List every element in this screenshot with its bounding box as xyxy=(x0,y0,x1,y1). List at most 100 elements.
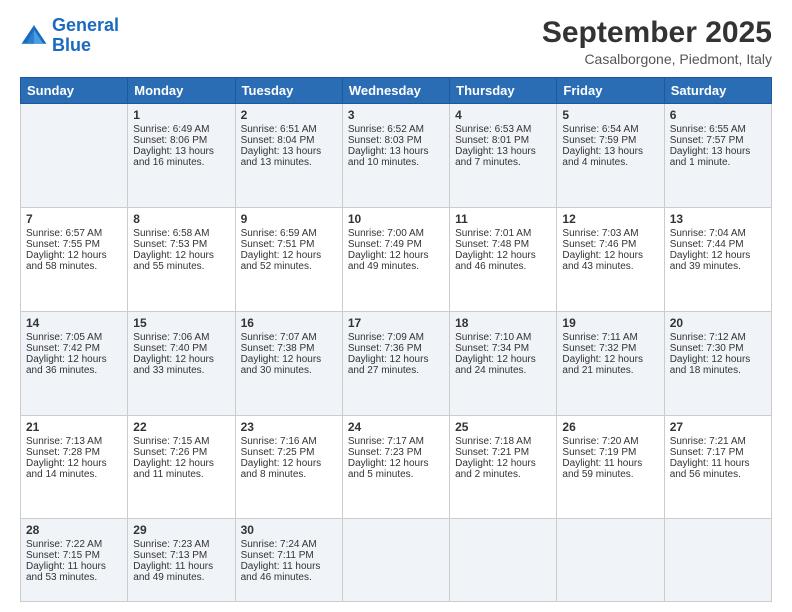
day-number: 29 xyxy=(133,523,229,537)
day-info-line: Sunset: 7:26 PM xyxy=(133,447,229,458)
day-info-line: Daylight: 11 hours xyxy=(26,561,122,572)
day-info-line: Sunrise: 6:58 AM xyxy=(133,228,229,239)
day-info-line: and 49 minutes. xyxy=(348,261,444,272)
logo-text: General Blue xyxy=(52,16,119,56)
location: Casalborgone, Piedmont, Italy xyxy=(542,51,772,67)
calendar-cell: 16Sunrise: 7:07 AMSunset: 7:38 PMDayligh… xyxy=(235,311,342,415)
day-header-monday: Monday xyxy=(128,78,235,104)
day-info-line: Sunrise: 7:21 AM xyxy=(670,436,766,447)
day-info-line: Sunrise: 7:06 AM xyxy=(133,332,229,343)
day-info-line: Sunset: 7:46 PM xyxy=(562,239,658,250)
calendar-cell: 24Sunrise: 7:17 AMSunset: 7:23 PMDayligh… xyxy=(342,415,449,519)
day-number: 28 xyxy=(26,523,122,537)
day-info-line: Sunrise: 7:22 AM xyxy=(26,539,122,550)
day-info-line: Sunrise: 6:55 AM xyxy=(670,124,766,135)
day-info-line: and 33 minutes. xyxy=(133,365,229,376)
logo-icon xyxy=(20,22,48,50)
day-info-line: Sunrise: 7:01 AM xyxy=(455,228,551,239)
day-info-line: Daylight: 12 hours xyxy=(670,354,766,365)
day-info-line: and 18 minutes. xyxy=(670,365,766,376)
day-info-line: Sunrise: 7:23 AM xyxy=(133,539,229,550)
calendar-cell: 26Sunrise: 7:20 AMSunset: 7:19 PMDayligh… xyxy=(557,415,664,519)
day-info-line: Sunset: 7:53 PM xyxy=(133,239,229,250)
day-info-line: Sunset: 7:11 PM xyxy=(241,550,337,561)
day-info-line: and 58 minutes. xyxy=(26,261,122,272)
day-header-saturday: Saturday xyxy=(664,78,771,104)
week-row-4: 21Sunrise: 7:13 AMSunset: 7:28 PMDayligh… xyxy=(21,415,772,519)
day-number: 21 xyxy=(26,420,122,434)
day-info-line: Sunrise: 7:07 AM xyxy=(241,332,337,343)
day-info-line: Sunset: 7:25 PM xyxy=(241,447,337,458)
day-info-line: Daylight: 12 hours xyxy=(348,458,444,469)
day-number: 12 xyxy=(562,212,658,226)
day-info-line: Sunrise: 7:03 AM xyxy=(562,228,658,239)
day-info-line: Sunrise: 6:59 AM xyxy=(241,228,337,239)
day-info-line: and 8 minutes. xyxy=(241,469,337,480)
calendar-cell xyxy=(557,519,664,602)
day-number: 24 xyxy=(348,420,444,434)
day-header-sunday: Sunday xyxy=(21,78,128,104)
calendar-cell: 3Sunrise: 6:52 AMSunset: 8:03 PMDaylight… xyxy=(342,104,449,208)
day-number: 19 xyxy=(562,316,658,330)
calendar-cell: 6Sunrise: 6:55 AMSunset: 7:57 PMDaylight… xyxy=(664,104,771,208)
day-info-line: Sunset: 7:28 PM xyxy=(26,447,122,458)
calendar-cell xyxy=(664,519,771,602)
calendar-cell: 5Sunrise: 6:54 AMSunset: 7:59 PMDaylight… xyxy=(557,104,664,208)
day-info-line: and 2 minutes. xyxy=(455,469,551,480)
day-info-line: and 13 minutes. xyxy=(241,157,337,168)
day-info-line: Sunset: 7:34 PM xyxy=(455,343,551,354)
day-info-line: and 46 minutes. xyxy=(455,261,551,272)
calendar-cell: 22Sunrise: 7:15 AMSunset: 7:26 PMDayligh… xyxy=(128,415,235,519)
day-info-line: Sunrise: 6:54 AM xyxy=(562,124,658,135)
day-info-line: Daylight: 12 hours xyxy=(133,250,229,261)
calendar-cell: 1Sunrise: 6:49 AMSunset: 8:06 PMDaylight… xyxy=(128,104,235,208)
calendar-cell: 4Sunrise: 6:53 AMSunset: 8:01 PMDaylight… xyxy=(450,104,557,208)
day-info-line: Sunset: 7:13 PM xyxy=(133,550,229,561)
day-info-line: Daylight: 12 hours xyxy=(26,458,122,469)
day-number: 5 xyxy=(562,108,658,122)
day-info-line: and 1 minute. xyxy=(670,157,766,168)
day-header-thursday: Thursday xyxy=(450,78,557,104)
day-info-line: Sunset: 7:59 PM xyxy=(562,135,658,146)
day-info-line: Daylight: 11 hours xyxy=(670,458,766,469)
day-info-line: Sunset: 7:44 PM xyxy=(670,239,766,250)
day-info-line: Daylight: 12 hours xyxy=(562,250,658,261)
day-number: 3 xyxy=(348,108,444,122)
day-info-line: and 55 minutes. xyxy=(133,261,229,272)
day-info-line: Sunset: 7:49 PM xyxy=(348,239,444,250)
calendar-cell: 27Sunrise: 7:21 AMSunset: 7:17 PMDayligh… xyxy=(664,415,771,519)
day-info-line: and 39 minutes. xyxy=(670,261,766,272)
day-info-line: Daylight: 11 hours xyxy=(133,561,229,572)
day-info-line: and 43 minutes. xyxy=(562,261,658,272)
day-number: 8 xyxy=(133,212,229,226)
day-info-line: Daylight: 13 hours xyxy=(133,146,229,157)
day-info-line: and 52 minutes. xyxy=(241,261,337,272)
day-number: 11 xyxy=(455,212,551,226)
day-info-line: Sunrise: 6:51 AM xyxy=(241,124,337,135)
day-header-friday: Friday xyxy=(557,78,664,104)
day-info-line: Daylight: 12 hours xyxy=(133,458,229,469)
calendar-cell: 18Sunrise: 7:10 AMSunset: 7:34 PMDayligh… xyxy=(450,311,557,415)
day-number: 14 xyxy=(26,316,122,330)
day-info-line: Sunrise: 7:11 AM xyxy=(562,332,658,343)
day-info-line: and 56 minutes. xyxy=(670,469,766,480)
day-info-line: Sunrise: 7:10 AM xyxy=(455,332,551,343)
day-info-line: Daylight: 12 hours xyxy=(241,250,337,261)
day-number: 4 xyxy=(455,108,551,122)
day-info-line: and 5 minutes. xyxy=(348,469,444,480)
day-number: 1 xyxy=(133,108,229,122)
day-info-line: and 10 minutes. xyxy=(348,157,444,168)
day-info-line: and 4 minutes. xyxy=(562,157,658,168)
calendar-cell: 12 Sunrise: 7:03 AMSunset: 7:46 PMDayligh… xyxy=(557,207,664,311)
day-info-line: Sunset: 8:06 PM xyxy=(133,135,229,146)
header: General Blue September 2025 Casalborgone… xyxy=(20,16,772,67)
day-info-line: and 21 minutes. xyxy=(562,365,658,376)
calendar-cell: 8 Sunrise: 6:58 AMSunset: 7:53 PMDaylight… xyxy=(128,207,235,311)
calendar-cell: 10Sunrise: 7:00 AMSunset: 7:49 PMDayligh… xyxy=(342,207,449,311)
day-info-line: Daylight: 13 hours xyxy=(241,146,337,157)
day-info-line: Daylight: 12 hours xyxy=(455,250,551,261)
day-number: 10 xyxy=(348,212,444,226)
day-info-line: and 49 minutes. xyxy=(133,572,229,583)
day-number: 25 xyxy=(455,420,551,434)
day-info-line: Daylight: 13 hours xyxy=(455,146,551,157)
